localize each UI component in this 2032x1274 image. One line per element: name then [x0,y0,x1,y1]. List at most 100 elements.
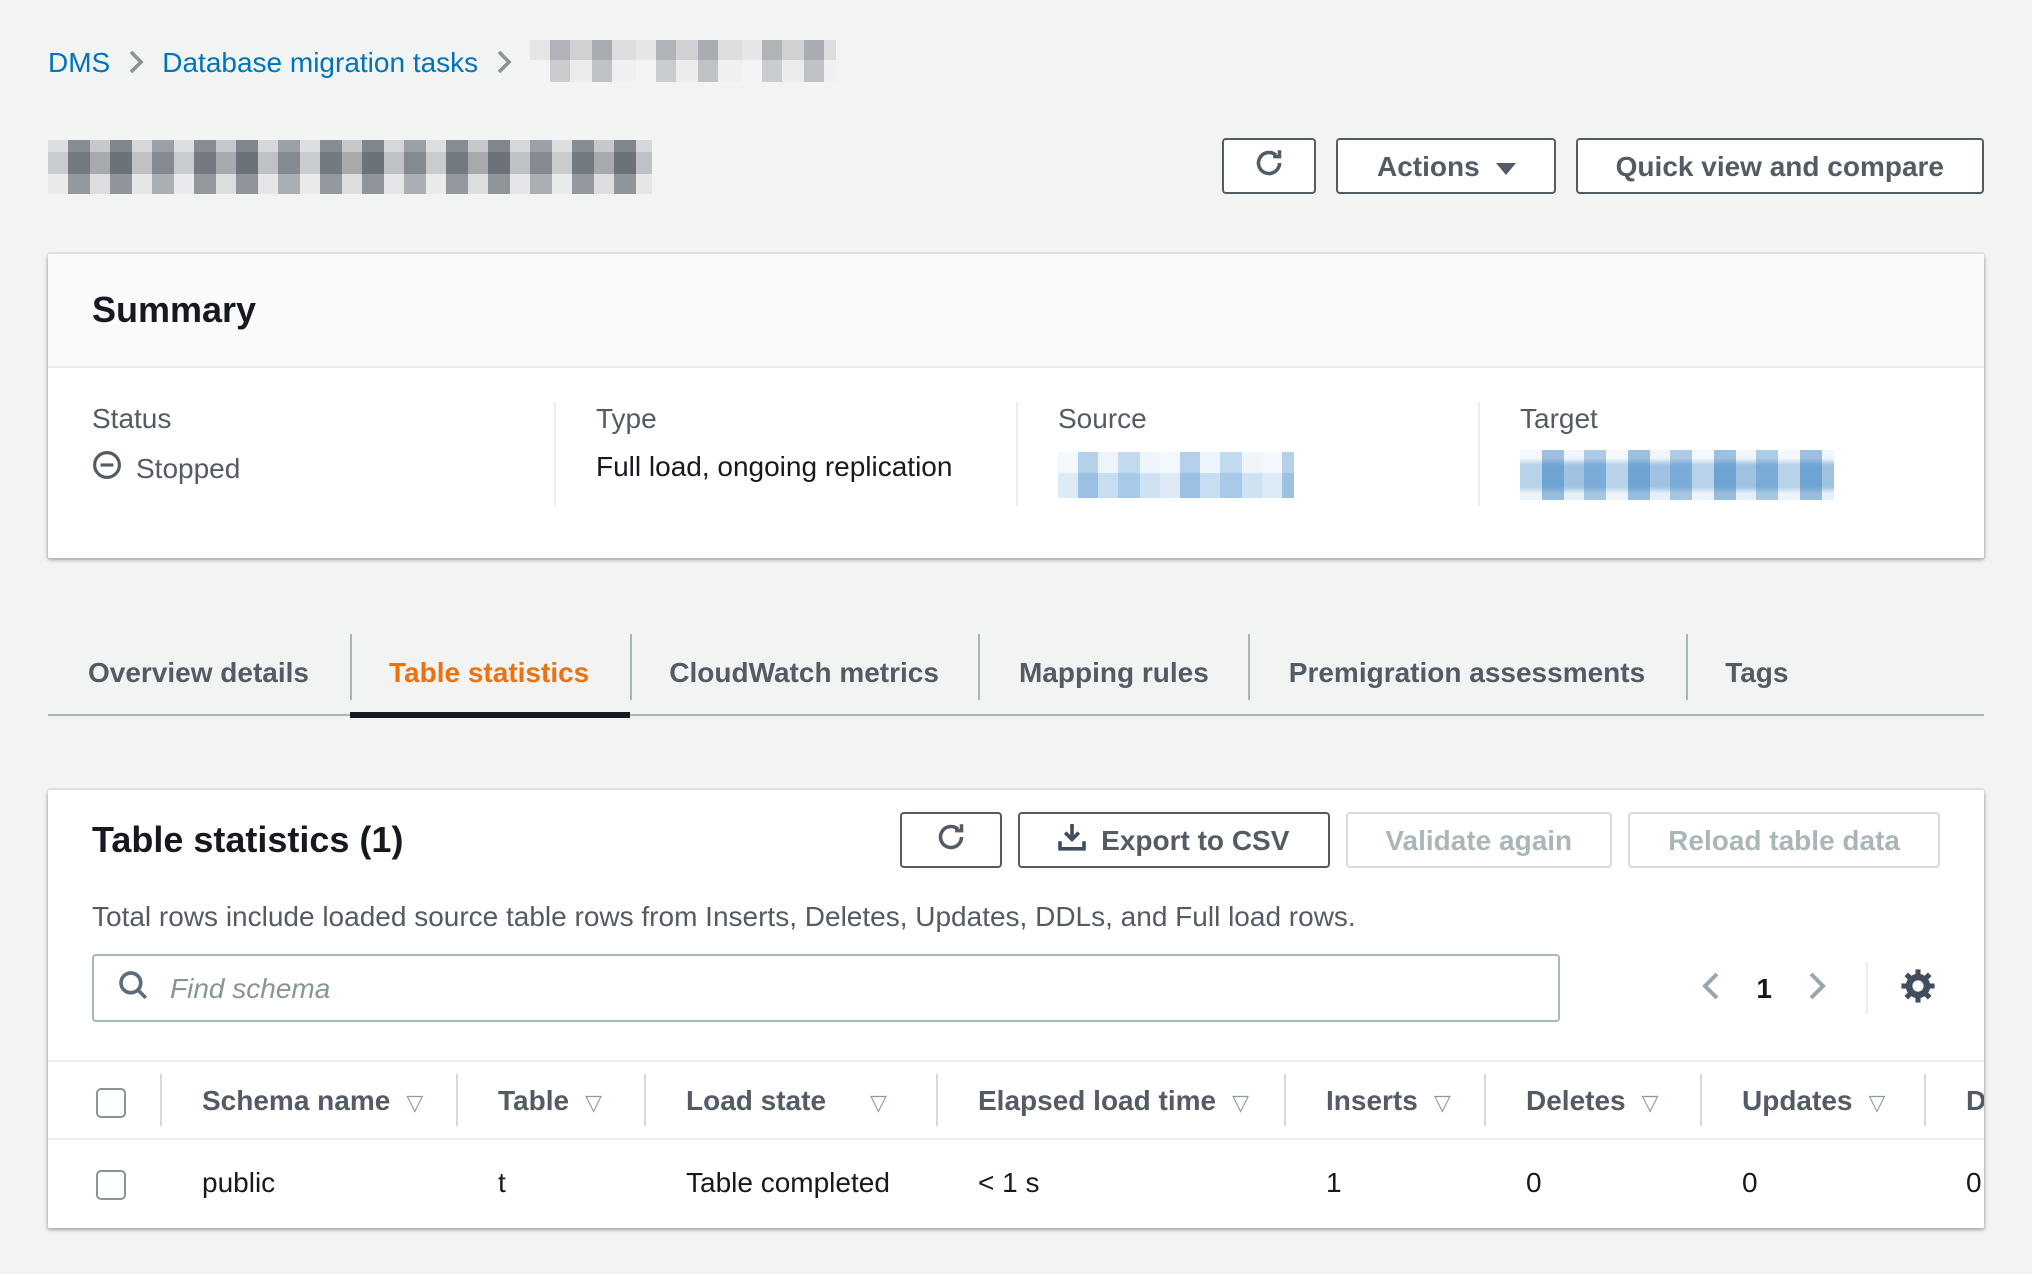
summary-field-type: Type Full load, ongoing replication [554,402,1016,506]
column-header-updates[interactable]: Updates▽ [1700,1062,1924,1139]
export-to-csv-label: Export to CSV [1101,824,1289,856]
sort-icon[interactable]: ▽ [870,1091,887,1117]
summary-title: Summary [92,290,256,330]
column-header-elapsed-load-time[interactable]: Elapsed load time▽ [936,1062,1284,1139]
column-header-load-state[interactable]: Load state▽ [644,1062,936,1139]
cell-elapsed-load-time: < 1 s [936,1139,1284,1228]
row-checkbox[interactable] [96,1169,126,1199]
tab-table-statistics[interactable]: Table statistics [349,628,629,714]
chevron-left-icon [1702,971,1720,1005]
column-header-ddls[interactable]: DDLs [1924,1062,1984,1139]
table-statistics-title: Table statistics (1) [92,812,403,868]
sort-icon[interactable]: ▽ [1642,1091,1659,1117]
actions-button[interactable]: Actions [1337,138,1556,194]
stopped-icon [92,450,122,486]
tab-label: Table statistics [389,655,589,687]
tab-tags[interactable]: Tags [1685,628,1828,714]
table-row: public t Table completed < 1 s 1 0 0 0 [48,1139,1984,1228]
summary-header: Summary [48,254,1984,368]
sort-icon[interactable]: ▽ [1434,1091,1451,1117]
tab-label: Premigration assessments [1289,655,1645,687]
summary-body: Status Stopped Type Full load, ongoing r… [48,368,1984,558]
table-toolbar: 1 [48,954,1984,1022]
breadcrumb: DMS Database migration tasks [48,0,1984,82]
reload-table-data-button[interactable]: Reload table data [1628,812,1940,868]
cell-load-state: Table completed [644,1139,936,1228]
sort-icon[interactable]: ▽ [406,1091,423,1117]
header-actions: Actions Quick view and compare [1223,138,1984,194]
cell-table: t [456,1139,644,1228]
sort-icon[interactable]: ▽ [1232,1091,1249,1117]
sort-icon[interactable]: ▽ [1868,1091,1885,1117]
breadcrumb-current-redacted [530,40,836,82]
column-header-schema-name[interactable]: Schema name▽ [160,1062,456,1139]
pagination-divider [1866,962,1868,1014]
download-icon [1057,822,1085,858]
previous-page-button[interactable] [1690,963,1732,1013]
tab-label: Overview details [88,655,309,687]
tab-bar: Overview details Table statistics CloudW… [48,628,1984,716]
cell-updates: 0 [1700,1139,1924,1228]
chevron-right-icon [1808,971,1826,1005]
reload-table-data-label: Reload table data [1668,824,1900,856]
sort-icon[interactable]: ▽ [585,1091,602,1117]
table-statistics-actions: Export to CSV Validate again Reload tabl… [899,812,1940,868]
target-label: Target [1520,402,1940,434]
dms-task-page: DMS Database migration tasks [0,0,2032,1274]
pagination: 1 [1690,962,1940,1014]
column-header-table[interactable]: Table▽ [456,1062,644,1139]
status-label: Status [92,402,554,434]
tab-label: Mapping rules [1019,655,1209,687]
settings-gear-icon [1900,967,1936,1009]
column-header-inserts[interactable]: Inserts▽ [1284,1062,1484,1139]
tab-mapping-rules[interactable]: Mapping rules [979,628,1249,714]
refresh-icon [1255,148,1285,184]
table-statistics-description: Total rows include loaded source table r… [48,900,1984,932]
cell-inserts: 1 [1284,1139,1484,1228]
cell-ddls: 0 [1924,1139,1984,1228]
table-refresh-button[interactable] [899,812,1001,868]
table-statistics-table: Schema name▽ Table▽ Load state▽ Elapsed … [48,1060,1984,1227]
breadcrumb-chevron-icon [128,49,144,73]
column-header-deletes[interactable]: Deletes▽ [1484,1062,1700,1139]
summary-field-source: Source [1016,402,1478,506]
target-value-redacted[interactable] [1520,450,1834,500]
breadcrumb-link-tasks[interactable]: Database migration tasks [162,45,478,77]
breadcrumb-link-dms[interactable]: DMS [48,45,110,77]
table-statistics-card: Table statistics (1) [48,790,1984,1227]
schema-search-box [92,954,1560,1022]
summary-card: Summary Status Stopped Type [48,254,1984,558]
select-all-checkbox[interactable] [96,1088,126,1118]
type-value: Full load, ongoing replication [596,450,952,482]
tab-label: Tags [1725,655,1788,687]
cell-deletes: 0 [1484,1139,1700,1228]
breadcrumb-chevron-icon [496,49,512,73]
quick-view-and-compare-button[interactable]: Quick view and compare [1576,138,1984,194]
tab-overview-details[interactable]: Overview details [48,628,349,714]
validate-again-label: Validate again [1385,824,1572,856]
summary-field-target: Target [1478,402,1940,506]
summary-field-status: Status Stopped [92,402,554,506]
source-label: Source [1058,402,1478,434]
tab-label: CloudWatch metrics [669,655,939,687]
source-value-redacted[interactable] [1058,452,1294,498]
next-page-button[interactable] [1796,963,1838,1013]
tab-cloudwatch-metrics[interactable]: CloudWatch metrics [629,628,979,714]
cell-schema-name: public [160,1139,456,1228]
table-header-row: Schema name▽ Table▽ Load state▽ Elapsed … [48,1062,1984,1139]
search-input[interactable] [166,954,1558,1022]
search-icon [118,970,148,1006]
type-label: Type [596,402,1016,434]
page-title-redacted [48,139,652,193]
caret-down-icon [1496,150,1516,182]
validate-again-button[interactable]: Validate again [1345,812,1612,868]
status-value: Stopped [136,452,240,484]
export-to-csv-button[interactable]: Export to CSV [1017,812,1329,868]
tab-premigration-assessments[interactable]: Premigration assessments [1249,628,1685,714]
quick-view-label: Quick view and compare [1616,150,1944,182]
page-header: Actions Quick view and compare [48,138,1984,194]
refresh-icon [935,822,965,858]
table-settings-button[interactable] [1896,963,1940,1013]
current-page-number: 1 [1740,972,1788,1004]
refresh-button[interactable] [1223,138,1317,194]
